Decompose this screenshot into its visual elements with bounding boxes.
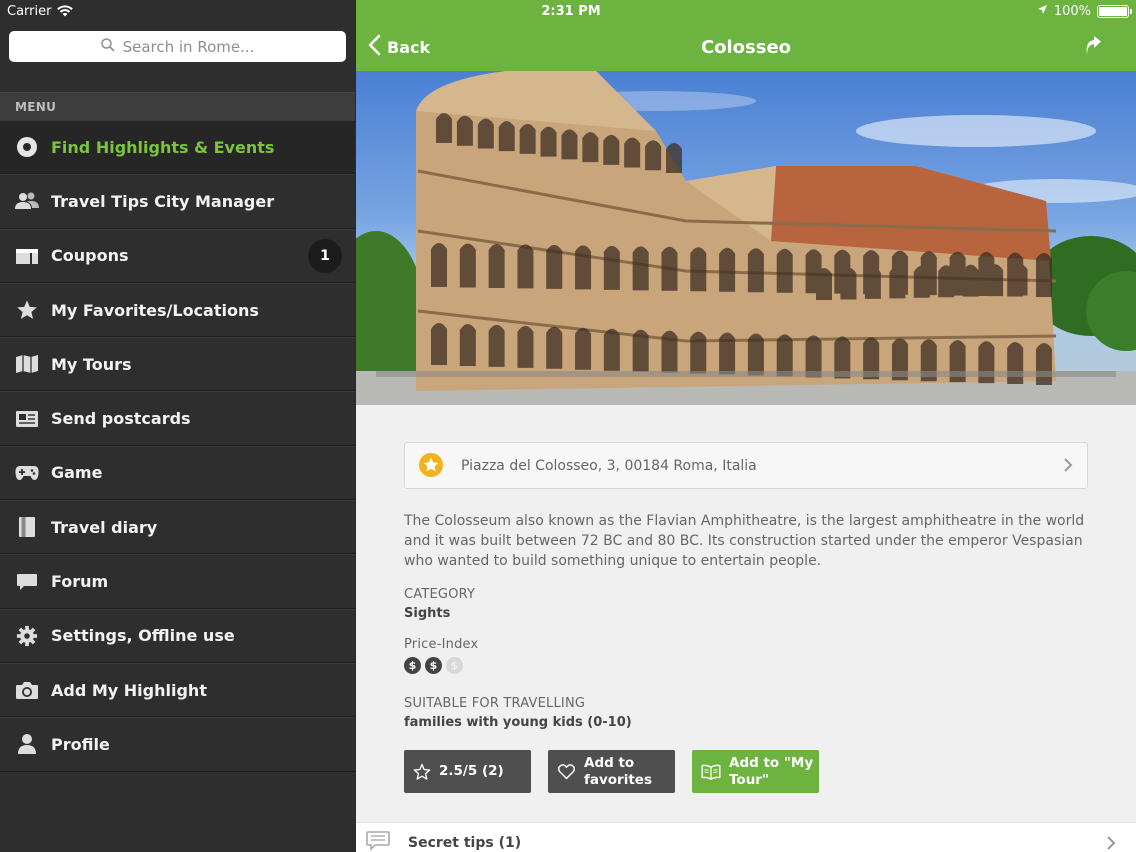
menu-item-coupons[interactable]: Coupons 1 — [0, 228, 355, 283]
menu-label: Forum — [51, 572, 109, 592]
secret-tips-row[interactable]: Secret tips (1) — [356, 822, 1136, 852]
price-index-rating: $ $ $ — [404, 657, 1088, 674]
menu-label: Game — [51, 463, 103, 483]
price-index-label: Price-Index — [404, 637, 479, 652]
menu-item-postcards[interactable]: Send postcards — [0, 391, 355, 446]
menu-item-favorites[interactable]: My Favorites/Locations — [0, 282, 355, 338]
suitable-label: SUITABLE FOR TRAVELLING — [404, 696, 586, 711]
chevron-right-icon — [1106, 835, 1116, 852]
chat-icon — [15, 570, 39, 594]
wifi-icon — [57, 5, 74, 17]
gamepad-icon — [15, 461, 39, 485]
share-arrow-icon — [1084, 36, 1102, 60]
menu-label: Coupons — [51, 246, 129, 266]
status-right: 100% — [1037, 4, 1132, 19]
left-status-bar: Carrier — [0, 0, 355, 22]
menu-header: MENU — [0, 92, 355, 120]
search-icon — [100, 37, 115, 56]
menu-label: Send postcards — [51, 409, 191, 429]
book-icon — [701, 764, 721, 780]
menu-label: My Tours — [51, 354, 132, 374]
menu-item-forum[interactable]: Forum — [0, 554, 355, 609]
menu-label: Add My Highlight — [51, 680, 207, 700]
detail-content: Piazza del Colosseo, 3, 00184 Roma, Ital… — [356, 405, 1136, 793]
chevron-right-icon — [1063, 457, 1073, 477]
search-placeholder: Search in Rome... — [122, 37, 255, 56]
map-icon — [15, 352, 39, 376]
action-buttons: 2.5/5 (2) Add to favorites Add to "My To… — [404, 750, 1088, 793]
diary-icon — [15, 515, 39, 539]
menu-label: Travel Tips City Manager — [51, 191, 275, 211]
menu-item-travel-diary[interactable]: Travel diary — [0, 500, 355, 555]
menu-item-settings[interactable]: Settings, Offline use — [0, 608, 355, 663]
tour-label: Add to "My Tour" — [729, 754, 814, 788]
gear-icon — [15, 624, 39, 648]
menu-list: Find Highlights & Events Travel Tips Cit… — [0, 120, 355, 772]
menu-label: Find Highlights & Events — [51, 137, 275, 157]
secret-tips-label: Secret tips (1) — [408, 834, 522, 851]
menu-item-game[interactable]: Game — [0, 445, 355, 501]
suitable-value: families with young kids (0-10) — [404, 715, 632, 730]
coupon-icon — [15, 244, 39, 268]
star-icon — [15, 298, 39, 322]
menu-item-profile[interactable]: Profile — [0, 717, 355, 772]
menu-label: Profile — [51, 734, 110, 754]
comment-icon — [366, 830, 390, 852]
add-to-favorites-button[interactable]: Add to favorites — [548, 750, 675, 793]
profile-icon — [15, 732, 39, 756]
star-outline-icon — [413, 763, 431, 781]
address-text: Piazza del Colosseo, 3, 00184 Roma, Ital… — [461, 457, 757, 474]
menu-item-add-highlight[interactable]: Add My Highlight — [0, 662, 355, 718]
favorites-label: Add to favorites — [584, 754, 652, 788]
status-time: 2:31 PM — [541, 4, 601, 19]
price-dollar-icon: $ — [425, 657, 442, 674]
location-star-badge-icon — [417, 452, 445, 480]
menu-item-find-highlights[interactable]: Find Highlights & Events — [0, 120, 355, 175]
postcard-icon — [15, 407, 39, 431]
target-icon — [15, 135, 39, 159]
price-dollar-icon: $ — [446, 657, 463, 674]
heart-outline-icon — [557, 763, 576, 780]
side-menu: Carrier Search in Rome... MENU Find High… — [0, 0, 355, 852]
address-row[interactable]: Piazza del Colosseo, 3, 00184 Roma, Ital… — [404, 442, 1088, 489]
page-title: Colosseo — [700, 37, 792, 58]
camera-icon — [15, 678, 39, 702]
price-dollar-icon: $ — [404, 657, 421, 674]
battery-percent: 100% — [1053, 4, 1091, 19]
menu-item-my-tours[interactable]: My Tours — [0, 337, 355, 392]
menu-item-travel-tips[interactable]: Travel Tips City Manager — [0, 174, 355, 229]
menu-label: Settings, Offline use — [51, 626, 235, 646]
category-label: CATEGORY — [404, 587, 476, 602]
category-value: Sights — [404, 606, 451, 621]
search-input[interactable]: Search in Rome... — [9, 31, 346, 62]
users-icon — [15, 189, 39, 213]
navigation-bar: 2:31 PM 100% Back Colosseo — [356, 0, 1136, 71]
menu-label: Travel diary — [51, 517, 158, 537]
location-arrow-icon — [1037, 4, 1048, 19]
add-to-my-tour-button[interactable]: Add to "My Tour" — [692, 750, 819, 793]
rating-label: 2.5/5 (2) — [439, 763, 504, 779]
status-bar: 2:31 PM 100% — [356, 0, 1136, 24]
colosseum-photo — [356, 71, 1136, 405]
carrier-label: Carrier — [7, 3, 52, 19]
battery-icon — [1097, 5, 1132, 18]
search-area: Search in Rome... — [0, 22, 355, 92]
coupon-count-badge: 1 — [308, 238, 342, 273]
menu-label: My Favorites/Locations — [51, 300, 259, 320]
detail-view: 2:31 PM 100% Back Colosseo Piazza del Co… — [356, 0, 1136, 852]
nav-row: Back Colosseo — [356, 24, 1136, 71]
description: The Colosseum also known as the Flavian … — [404, 513, 1085, 569]
rating-button[interactable]: 2.5/5 (2) — [404, 750, 531, 793]
share-button[interactable] — [1084, 36, 1102, 60]
